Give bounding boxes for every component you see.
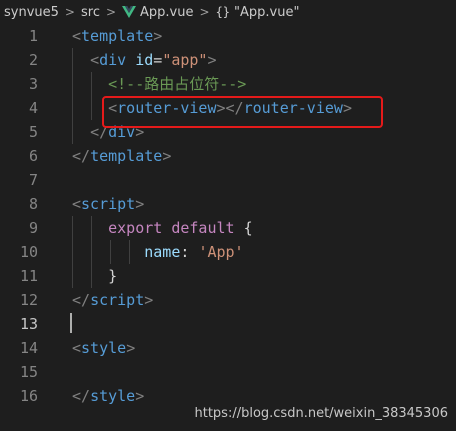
code-token: > [153, 27, 163, 45]
line-number: 5 [28, 123, 38, 141]
line-number: 3 [28, 75, 38, 93]
annotation-highlight-box [102, 96, 383, 128]
breadcrumb-file-app-vue[interactable]: App.vue [122, 4, 194, 20]
line-number: 11 [19, 267, 38, 285]
code-line[interactable]: 13 [0, 312, 456, 336]
code-text: <style> [72, 336, 135, 360]
breadcrumb-label: synvue5 [4, 4, 59, 20]
code-token: 'App' [198, 243, 244, 261]
line-number: 8 [28, 195, 38, 213]
code-token: style [90, 387, 136, 405]
code-token: name [144, 243, 181, 261]
code-token: id [135, 51, 154, 69]
code-token: < [72, 195, 82, 213]
code-token: script [90, 291, 145, 309]
code-token: = [153, 51, 163, 69]
code-editor[interactable]: 1 <template> 2 <div id="app"> 3 <!--路由占位符--… [0, 24, 456, 431]
line-number: 14 [19, 339, 38, 357]
code-token: default [171, 219, 235, 237]
code-token: > [207, 51, 217, 69]
code-token: style [81, 339, 127, 357]
watermark: https://blog.csdn.net/weixin_38345306 [194, 406, 448, 421]
code-token: "app" [162, 51, 208, 69]
code-line[interactable]: 6 </template> [0, 144, 456, 168]
code-line[interactable]: 14 <style> [0, 336, 456, 360]
code-token: } [72, 267, 118, 285]
code-text: <!--路由占位符--> [72, 72, 246, 96]
code-line[interactable]: 3 <!--路由占位符--> [0, 72, 456, 96]
breadcrumb-symbol-app-vue[interactable]: {} "App.vue" [216, 5, 300, 20]
code-text: </template> [72, 144, 171, 168]
code-line[interactable]: 10 name: 'App' [0, 240, 456, 264]
line-number: 9 [28, 219, 38, 237]
code-line[interactable]: 2 <div id="app"> [0, 48, 456, 72]
code-token: > [162, 147, 172, 165]
code-line[interactable]: 1 <template> [0, 24, 456, 48]
code-token: div [99, 51, 127, 69]
line-number: 15 [19, 363, 38, 381]
line-number: 16 [19, 387, 38, 405]
breadcrumb: synvue5 > src > App.vue > {} "App.vue" [0, 0, 456, 24]
braces-icon: {} [215, 5, 231, 19]
code-token: </ [72, 147, 91, 165]
line-number: 4 [28, 99, 38, 117]
code-line[interactable]: 15 [0, 360, 456, 384]
code-text: <template> [72, 24, 162, 48]
line-number: 2 [28, 51, 38, 69]
code-token: { [234, 219, 253, 237]
breadcrumb-label: App.vue [140, 4, 194, 20]
code-token: export [108, 219, 163, 237]
code-line[interactable]: 12 </script> [0, 288, 456, 312]
code-line[interactable]: 16 </style> [0, 384, 456, 408]
code-token: > [135, 195, 145, 213]
code-line[interactable]: 11 } [0, 264, 456, 288]
code-token: > [135, 387, 145, 405]
code-token: </ [72, 387, 91, 405]
code-token: < [72, 27, 82, 45]
line-number: 10 [19, 243, 38, 261]
code-line[interactable]: 7 [0, 168, 456, 192]
code-line[interactable]: 8 <script> [0, 192, 456, 216]
code-line[interactable]: 9 export default { [0, 216, 456, 240]
line-number: 12 [19, 291, 38, 309]
text-cursor [70, 313, 72, 333]
line-number: 6 [28, 147, 38, 165]
breadcrumb-label: "App.vue" [234, 4, 300, 20]
code-token: <!--路由占位符--> [108, 75, 247, 93]
code-text: </script> [72, 288, 153, 312]
chevron-right-icon: > [64, 5, 75, 19]
code-token: > [126, 339, 136, 357]
vue-icon [122, 6, 137, 18]
code-token: </ [72, 291, 91, 309]
breadcrumb-folder-src[interactable]: src [81, 5, 100, 20]
code-token: < [72, 339, 82, 357]
line-number: 1 [28, 27, 38, 45]
code-text: <div id="app"> [72, 48, 217, 72]
line-number: 13 [19, 315, 38, 333]
chevron-right-icon: > [105, 5, 117, 19]
code-token: template [81, 27, 154, 45]
code-text: } [72, 264, 117, 288]
code-text: export default { [72, 216, 253, 240]
code-token: template [90, 147, 163, 165]
code-token: script [81, 195, 136, 213]
code-token: : [180, 243, 199, 261]
breadcrumb-folder-synvue5[interactable]: synvue5 [4, 5, 59, 20]
line-number: 7 [28, 171, 38, 189]
code-text: </style> [72, 384, 144, 408]
breadcrumb-label: src [80, 4, 100, 20]
code-token: < [90, 51, 100, 69]
code-token: > [144, 291, 154, 309]
code-text: <script> [72, 192, 144, 216]
chevron-right-icon: > [199, 5, 210, 19]
code-text: name: 'App' [72, 240, 244, 264]
